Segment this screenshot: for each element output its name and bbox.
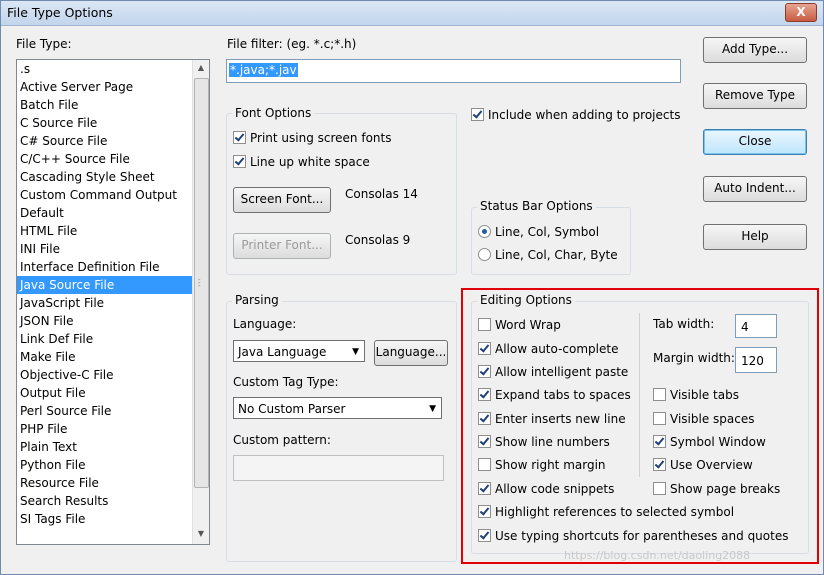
- list-item[interactable]: Plain Text: [17, 438, 209, 456]
- line-up-white-space-box[interactable]: [233, 155, 246, 168]
- remove-type-button[interactable]: Remove Type: [703, 83, 807, 109]
- list-item[interactable]: Make File: [17, 348, 209, 366]
- line-up-white-space-checkbox[interactable]: Line up white space: [233, 154, 370, 170]
- list-item[interactable]: C# Source File: [17, 132, 209, 150]
- scroll-up-icon[interactable]: ▲: [194, 60, 208, 76]
- status-option-2-label: Line, Col, Char, Byte: [495, 248, 618, 262]
- window-close-button[interactable]: X: [785, 3, 817, 22]
- language-value: Java Language: [238, 345, 327, 359]
- parsing-title: Parsing: [232, 293, 282, 307]
- language-label: Language:: [233, 317, 297, 331]
- list-item[interactable]: SI Tags File: [17, 510, 209, 528]
- line-up-white-space-label: Line up white space: [250, 155, 370, 169]
- status-line-col-symbol-radio[interactable]: Line, Col, Symbol: [478, 224, 599, 240]
- list-item[interactable]: HTML File: [17, 222, 209, 240]
- custom-pattern-input[interactable]: [233, 455, 444, 481]
- list-item[interactable]: PHP File: [17, 420, 209, 438]
- include-projects-box[interactable]: [471, 108, 484, 121]
- screen-font-value: Consolas 14: [345, 187, 418, 201]
- list-item[interactable]: INI File: [17, 240, 209, 258]
- file-type-label: File Type:: [16, 37, 72, 51]
- watermark: https://blog.csdn.net/daoling2088: [564, 549, 751, 562]
- language-select[interactable]: Java Language ▼: [233, 340, 365, 362]
- custom-pattern-label: Custom pattern:: [233, 433, 331, 447]
- print-screen-fonts-label: Print using screen fonts: [250, 131, 392, 145]
- title-bar: File Type Options X: [1, 1, 823, 26]
- list-item[interactable]: .s: [17, 60, 209, 78]
- include-projects-checkbox[interactable]: Include when adding to projects: [471, 107, 680, 123]
- printer-font-value: Consolas 9: [345, 233, 411, 247]
- custom-tag-label: Custom Tag Type:: [233, 375, 339, 389]
- list-item[interactable]: Java Source File: [17, 276, 209, 294]
- list-item[interactable]: Objective-C File: [17, 366, 209, 384]
- print-screen-fonts-checkbox[interactable]: Print using screen fonts: [233, 130, 391, 146]
- chevron-down-icon: ▼: [429, 404, 436, 414]
- list-item[interactable]: Perl Source File: [17, 402, 209, 420]
- list-item[interactable]: C/C++ Source File: [17, 150, 209, 168]
- screen-font-button[interactable]: Screen Font...: [233, 187, 331, 213]
- list-item[interactable]: Output File: [17, 384, 209, 402]
- highlight-frame: [461, 288, 819, 564]
- chevron-down-icon: ▼: [352, 347, 359, 357]
- file-type-options-dialog: File Type Options X File Type: .s Active …: [0, 0, 824, 575]
- file-type-scrollbar[interactable]: ▲ --- ▼: [192, 60, 209, 544]
- list-item[interactable]: Custom Command Output: [17, 186, 209, 204]
- language-button[interactable]: Language...: [374, 340, 448, 366]
- list-item[interactable]: Link Def File: [17, 330, 209, 348]
- list-item[interactable]: Search Results: [17, 492, 209, 510]
- list-item[interactable]: Batch File: [17, 96, 209, 114]
- list-item[interactable]: Python File: [17, 456, 209, 474]
- file-filter-input[interactable]: *.java;*.jav: [226, 59, 681, 83]
- list-item[interactable]: Default: [17, 204, 209, 222]
- status-line-col-char-byte-radio[interactable]: Line, Col, Char, Byte: [478, 247, 618, 263]
- scroll-thumb[interactable]: ---: [194, 78, 209, 488]
- print-screen-fonts-box[interactable]: [233, 131, 246, 144]
- file-type-items: .s Active Server Page Batch File C Source F…: [17, 60, 209, 528]
- file-type-list[interactable]: .s Active Server Page Batch File C Source F…: [16, 59, 210, 545]
- list-item[interactable]: C Source File: [17, 114, 209, 132]
- auto-indent-button[interactable]: Auto Indent...: [703, 176, 807, 202]
- grip-icon: ---: [198, 276, 201, 290]
- custom-tag-select[interactable]: No Custom Parser ▼: [233, 397, 442, 419]
- include-projects-label: Include when adding to projects: [488, 108, 681, 122]
- list-item[interactable]: Interface Definition File: [17, 258, 209, 276]
- custom-tag-value: No Custom Parser: [238, 402, 346, 416]
- scroll-down-icon[interactable]: ▼: [194, 526, 208, 542]
- list-item[interactable]: Active Server Page: [17, 78, 209, 96]
- close-icon: X: [796, 5, 806, 19]
- add-type-button[interactable]: Add Type...: [703, 37, 807, 63]
- status-bar-title: Status Bar Options: [477, 199, 596, 213]
- close-button[interactable]: Close: [703, 129, 807, 155]
- radio-unselected-icon[interactable]: [478, 248, 491, 261]
- list-item[interactable]: Cascading Style Sheet: [17, 168, 209, 186]
- file-filter-label: File filter: (eg. *.c;*.h): [227, 37, 357, 51]
- status-option-1-label: Line, Col, Symbol: [495, 225, 600, 239]
- window-title: File Type Options: [7, 5, 113, 20]
- file-filter-value: *.java;*.jav: [229, 63, 298, 77]
- list-item[interactable]: Resource File: [17, 474, 209, 492]
- radio-selected-icon[interactable]: [478, 225, 491, 238]
- list-item[interactable]: JavaScript File: [17, 294, 209, 312]
- help-button[interactable]: Help: [703, 224, 807, 250]
- printer-font-button[interactable]: Printer Font...: [233, 233, 331, 259]
- font-options-title: Font Options: [232, 106, 315, 120]
- status-bar-group: [471, 207, 631, 275]
- list-item[interactable]: JSON File: [17, 312, 209, 330]
